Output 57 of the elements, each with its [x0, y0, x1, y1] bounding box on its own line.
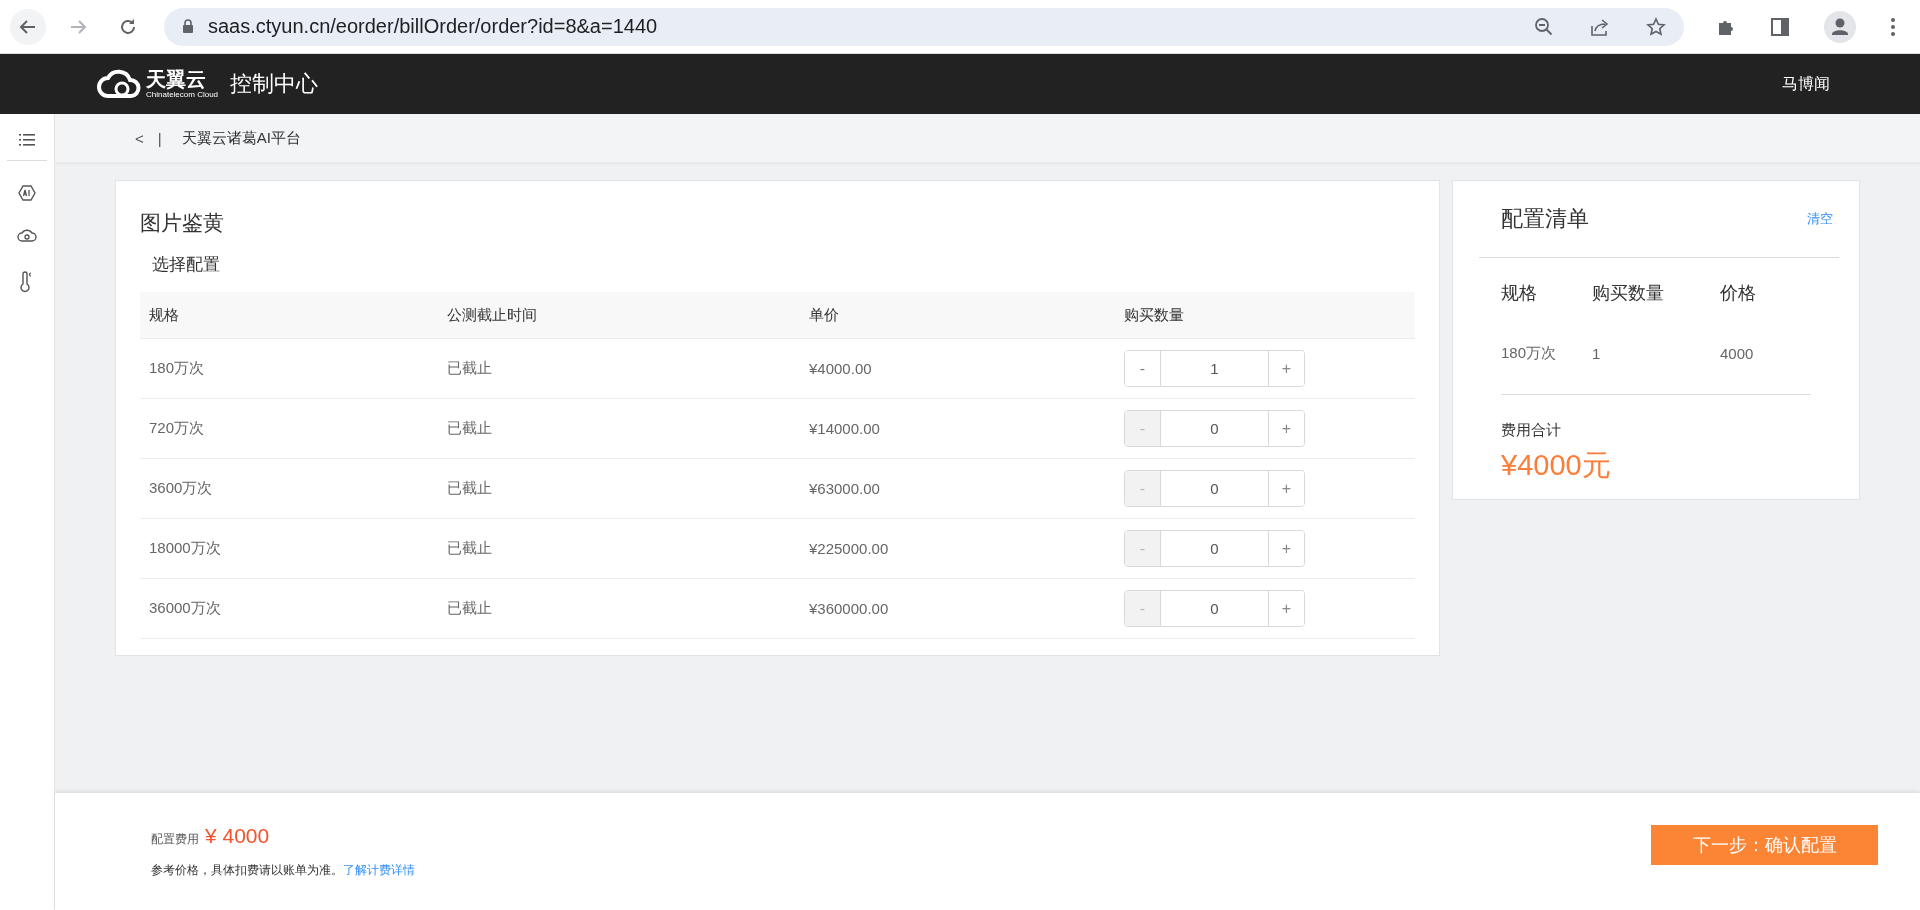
table-cell-text: ¥225000.00	[808, 540, 890, 557]
user-name[interactable]: 马博闻	[1782, 73, 1830, 95]
table-cell-text: 720万次	[148, 419, 206, 438]
cloud-eye-icon[interactable]	[17, 229, 37, 243]
share-icon[interactable]	[1590, 16, 1610, 37]
breadcrumb-title: 天翼云诸葛AI平台	[181, 128, 301, 148]
billing-details-link[interactable]: 了解计费详情	[343, 863, 415, 877]
section-title: 选择配置	[152, 254, 221, 276]
table-cell-text: 18000万次	[148, 539, 222, 558]
lock-icon	[182, 19, 194, 34]
back-icon[interactable]	[10, 8, 46, 45]
table-cell-text: ¥360000.00	[808, 600, 890, 617]
logo-text: 天翼云	[146, 69, 207, 89]
column-header: 单价	[808, 305, 840, 325]
console-title: 控制中心	[230, 70, 319, 98]
url-text: saas.ctyun.cn/eorder/billOrder/order?id=8&a=1440	[208, 15, 658, 38]
address-bar[interactable]: saas.ctyun.cn/eorder/billOrder/order?id=8&a=1440	[164, 7, 1684, 46]
column-header: 规格	[1501, 282, 1538, 305]
list-menu-icon[interactable]	[19, 134, 35, 146]
avatar-icon[interactable]	[1824, 10, 1856, 43]
column-header: 公测截止时间	[446, 305, 538, 325]
column-header: 规格	[148, 305, 180, 325]
menu-icon[interactable]	[1890, 16, 1896, 37]
table-cell-text: 已截止	[446, 359, 493, 378]
column-header: 价格	[1720, 282, 1756, 305]
table-cell-text: 已截止	[446, 539, 493, 558]
price-note: 参考价格，具体扣费请以账单为准。	[151, 863, 343, 877]
total-amount: ¥4000元	[1500, 448, 1612, 483]
star-icon[interactable]	[1646, 16, 1666, 37]
side-panel-icon[interactable]	[1770, 16, 1790, 37]
fee-amount: ¥ 4000	[205, 824, 270, 848]
table-cell-text: 36000万次	[148, 599, 222, 618]
column-header: 购买数量	[1592, 282, 1665, 305]
table-cell-text: ¥4000.00	[808, 360, 873, 377]
back-link[interactable]: <	[135, 129, 144, 147]
table-cell-text: 已截止	[446, 599, 493, 618]
summary-cell-text: 1	[1592, 344, 1602, 362]
product-title: 图片鉴黄	[140, 210, 225, 236]
table-cell-text: 3600万次	[148, 479, 214, 498]
summary-cell-text: 180万次	[1501, 343, 1558, 363]
breadcrumb-separator: |	[157, 129, 162, 147]
table-cell-text: ¥14000.00	[808, 420, 881, 437]
logo-subtext: Chinatelecom Cloud	[146, 91, 219, 99]
next-step-button[interactable]: 下一步：确认配置	[1651, 824, 1878, 865]
ai-hexagon-icon[interactable]	[18, 185, 36, 201]
table-cell-text: 已截止	[446, 419, 493, 438]
table-cell-text: 180万次	[148, 359, 206, 378]
clear-link[interactable]: 清空	[1807, 210, 1833, 228]
table-cell-text: ¥63000.00	[808, 480, 881, 497]
table-cell-text: 已截止	[446, 479, 493, 498]
cloud-logo-icon	[96, 69, 142, 99]
summary-title: 配置清单	[1501, 205, 1589, 233]
fee-label: 配置费用	[151, 831, 199, 848]
summary-cell: 4000	[1720, 344, 1754, 362]
column-header: 购买数量	[1123, 305, 1185, 325]
total-label: 费用合计	[1500, 421, 1562, 440]
zoom-out-icon[interactable]	[1534, 16, 1554, 37]
